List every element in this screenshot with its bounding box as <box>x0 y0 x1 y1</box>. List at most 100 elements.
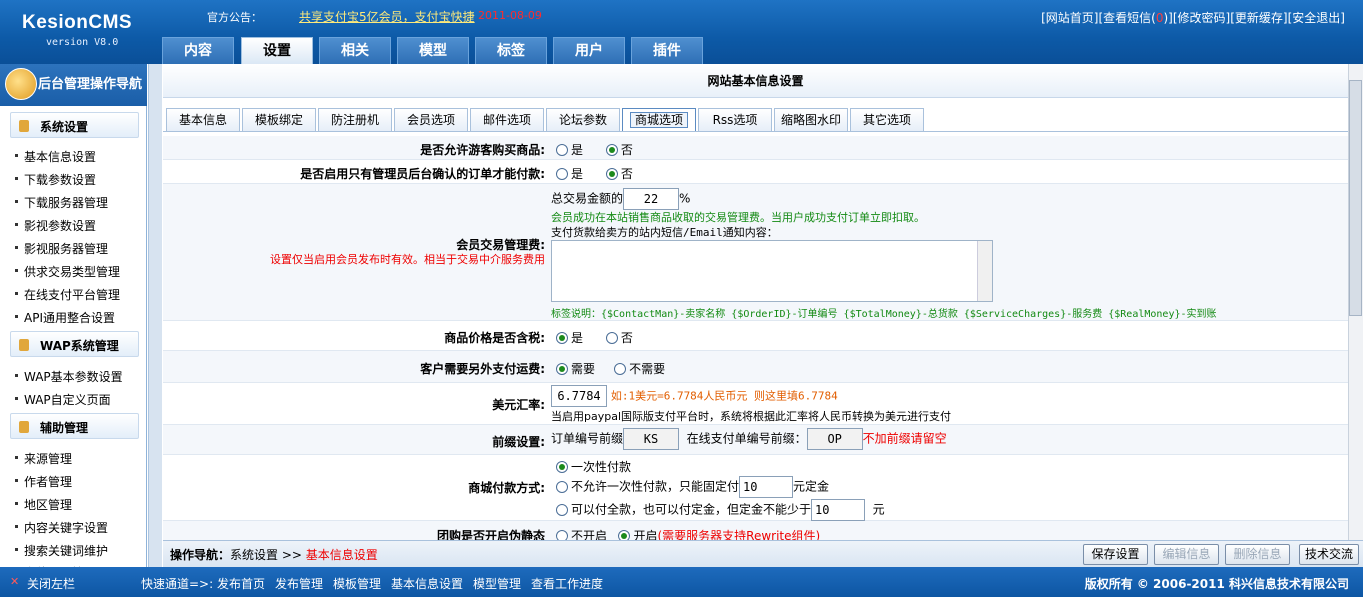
footer-link-template-manage[interactable]: 模板管理 <box>333 575 381 592</box>
tax-yes-radio[interactable]: 是 <box>556 331 583 345</box>
textarea-scrollbar[interactable] <box>977 241 992 301</box>
tab-template-binding[interactable]: 模板绑定 <box>242 108 316 131</box>
sidebar-group-system[interactable]: 系统设置 <box>10 112 139 138</box>
deposit-fixed-input[interactable]: 10 <box>739 476 794 498</box>
sidebar-item-payment-platforms[interactable]: 在线支付平台管理 <box>14 286 120 303</box>
sidebar-item-download-servers[interactable]: 下载服务器管理 <box>14 194 108 211</box>
footer-link-work-progress[interactable]: 查看工作进度 <box>531 575 603 592</box>
sidebar-item-api-integration[interactable]: API通用整合设置 <box>15 309 115 326</box>
exchange-desc: 当启用paypal国际版支付平台时，系统将根据此汇率将人民币转换为美元进行支付 <box>551 410 952 423</box>
sidebar-item-trade-types[interactable]: 供求交易类型管理 <box>14 263 120 280</box>
site-home-link[interactable]: [网站首页] <box>1041 11 1098 25</box>
groupbuy-off-label: 不开启 <box>571 529 608 540</box>
change-password-link[interactable]: [修改密码] <box>1173 11 1230 25</box>
tab-member[interactable]: 会员选项 <box>394 108 468 131</box>
shipping-yes-radio[interactable]: 需要 <box>556 362 595 376</box>
fee-tags-help: 标签说明：{$ContactMan}-卖家名称 {$OrderID}-订单编号 … <box>551 309 1217 320</box>
payment-option-3[interactable]: 可以付全款，也可以付定金，但定金不能少于 10 元 <box>556 499 885 521</box>
edit-info-button[interactable]: 编辑信息 <box>1154 544 1219 565</box>
tab-other[interactable]: 其它选项 <box>850 108 924 131</box>
sidebar-item-video-servers[interactable]: 影视服务器管理 <box>14 240 108 257</box>
payment-option-1[interactable]: 一次性付款 <box>556 458 631 475</box>
form-row-fee: 会员交易管理费: 设置仅当启用会员发布时有效。相当于交易中介服务费用 总交易金额… <box>163 184 1348 321</box>
payment-option-2[interactable]: 不允许一次性付款，只能固定付 10 元定金 <box>556 476 829 498</box>
guest-buy-label: 是否允许游客购买商品: <box>420 143 545 157</box>
sidebar-item-wap-pages[interactable]: WAP自定义页面 <box>15 391 111 408</box>
deposit-min-input[interactable]: 10 <box>811 499 866 521</box>
sidebar-title: 后台管理操作导航 <box>38 77 143 92</box>
sidebar-item-source[interactable]: 来源管理 <box>14 450 72 467</box>
sidebar-item-keywords[interactable]: 内容关键字设置 <box>14 519 108 536</box>
admin-confirm-no-radio[interactable]: 否 <box>605 167 633 181</box>
main-tab-user[interactable]: 用户 <box>553 37 625 64</box>
sms-link[interactable]: [查看短信(0)] <box>1098 11 1172 25</box>
tab-mall[interactable]: 商城选项 <box>622 108 696 131</box>
radio-icon <box>556 168 568 180</box>
close-icon[interactable]: ✕ <box>10 575 19 588</box>
guest-buy-no-radio[interactable]: 否 <box>605 143 633 157</box>
tab-forum[interactable]: 论坛参数 <box>546 108 620 131</box>
logo: KesionCMS version V8.0 <box>0 0 160 64</box>
breadcrumb-current: 基本信息设置 <box>305 548 378 562</box>
notice-link[interactable]: 共享支付宝5亿会员，支付宝快捷 <box>299 8 475 25</box>
form-row-tax: 商品价格是否含税: 是 否 <box>163 321 1348 351</box>
breadcrumb-path[interactable]: 系统设置 >> <box>230 548 306 562</box>
pay-prefix-input[interactable]: OP <box>806 428 863 450</box>
tax-no-radio[interactable]: 否 <box>605 331 633 345</box>
sidebar-item-video-params[interactable]: 影视参数设置 <box>14 217 96 234</box>
tab-basic-info[interactable]: 基本信息 <box>166 108 240 131</box>
close-sidebar-link[interactable]: 关闭左栏 <box>27 575 75 592</box>
radio-checked-icon <box>605 168 618 180</box>
sidebar-item-wap-params[interactable]: WAP基本参数设置 <box>15 368 123 385</box>
main-tab-content[interactable]: 内容 <box>162 37 234 64</box>
tab-anti-register[interactable]: 防注册机 <box>318 108 392 131</box>
logout-link[interactable]: [安全退出] <box>1288 11 1345 25</box>
update-cache-link[interactable]: [更新缓存] <box>1230 11 1287 25</box>
groupbuy-options: 不开启 开启(需要服务器支持Rewrite组件) <box>556 527 820 540</box>
shipping-no-label: 不需要 <box>629 362 666 376</box>
radio-icon <box>556 480 568 493</box>
exchange-rate-input[interactable]: 6.7784 <box>551 385 607 407</box>
payment-opt2-text-b: 元定金 <box>793 479 830 494</box>
order-prefix-input[interactable]: KS <box>623 428 680 450</box>
main-tab-model[interactable]: 模型 <box>397 37 469 64</box>
tab-mail[interactable]: 邮件选项 <box>470 108 544 131</box>
save-settings-button[interactable]: 保存设置 <box>1083 544 1148 565</box>
footer-link-publish-home[interactable]: 发布首页 <box>217 575 265 592</box>
sidebar-item-author[interactable]: 作者管理 <box>14 473 72 490</box>
sidebar-group-aux[interactable]: 辅助管理 <box>10 413 139 439</box>
groupbuy-on-radio[interactable]: 开启 <box>618 529 657 540</box>
radio-checked-icon <box>618 530 631 540</box>
main-tab-related[interactable]: 相关 <box>319 37 391 64</box>
tax-options: 是 否 <box>556 329 633 346</box>
fee-percent-input[interactable]: 22 <box>623 188 680 210</box>
footer-link-publish-manage[interactable]: 发布管理 <box>275 575 323 592</box>
form-row-exchange: 美元汇率: 6.7784 如:1美元=6.7784人民币元 则这里填6.7784… <box>163 383 1348 425</box>
shipping-no-radio[interactable]: 不需要 <box>614 362 665 376</box>
shipping-label: 客户需要另外支付运费: <box>420 362 545 376</box>
tab-rss[interactable]: Rss选项 <box>698 108 772 131</box>
sidebar-item-download-params[interactable]: 下载参数设置 <box>14 171 96 188</box>
tab-thumbnail-watermark[interactable]: 缩略图水印 <box>774 108 848 131</box>
sidebar-group-label: WAP系统管理 <box>40 339 119 353</box>
sidebar-item-basic-info[interactable]: 基本信息设置 <box>14 148 96 165</box>
tech-exchange-button[interactable]: 技术交流 <box>1299 544 1359 565</box>
admin-confirm-yes-radio[interactable]: 是 <box>556 167 583 181</box>
action-bar: 操作导航：系统设置 >> 基本信息设置 保存设置 编辑信息 删除信息 技术交流 <box>163 540 1363 567</box>
content-scrollbar-thumb[interactable] <box>1349 80 1362 316</box>
guest-buy-yes-radio[interactable]: 是 <box>556 143 583 157</box>
main-tab-settings[interactable]: 设置 <box>241 37 313 64</box>
main-tab-label[interactable]: 标签 <box>475 37 547 64</box>
tax-yes-label: 是 <box>571 331 584 345</box>
copyright: 版权所有 © 2006-2011 科兴信息技术有限公司 <box>1084 577 1349 591</box>
main-tab-plugin[interactable]: 插件 <box>631 37 703 64</box>
footer-link-model-manage[interactable]: 模型管理 <box>473 575 521 592</box>
fee-notify-textarea[interactable] <box>551 240 993 302</box>
sidebar-scrollbar[interactable] <box>148 64 162 567</box>
sidebar-group-wap[interactable]: WAP系统管理 <box>10 331 139 357</box>
delete-info-button[interactable]: 删除信息 <box>1225 544 1290 565</box>
sidebar-item-search-keywords[interactable]: 搜索关键词维护 <box>14 542 108 559</box>
footer-link-basic-settings[interactable]: 基本信息设置 <box>391 575 463 592</box>
sidebar-item-region[interactable]: 地区管理 <box>14 496 72 513</box>
groupbuy-off-radio[interactable]: 不开启 <box>556 529 607 540</box>
